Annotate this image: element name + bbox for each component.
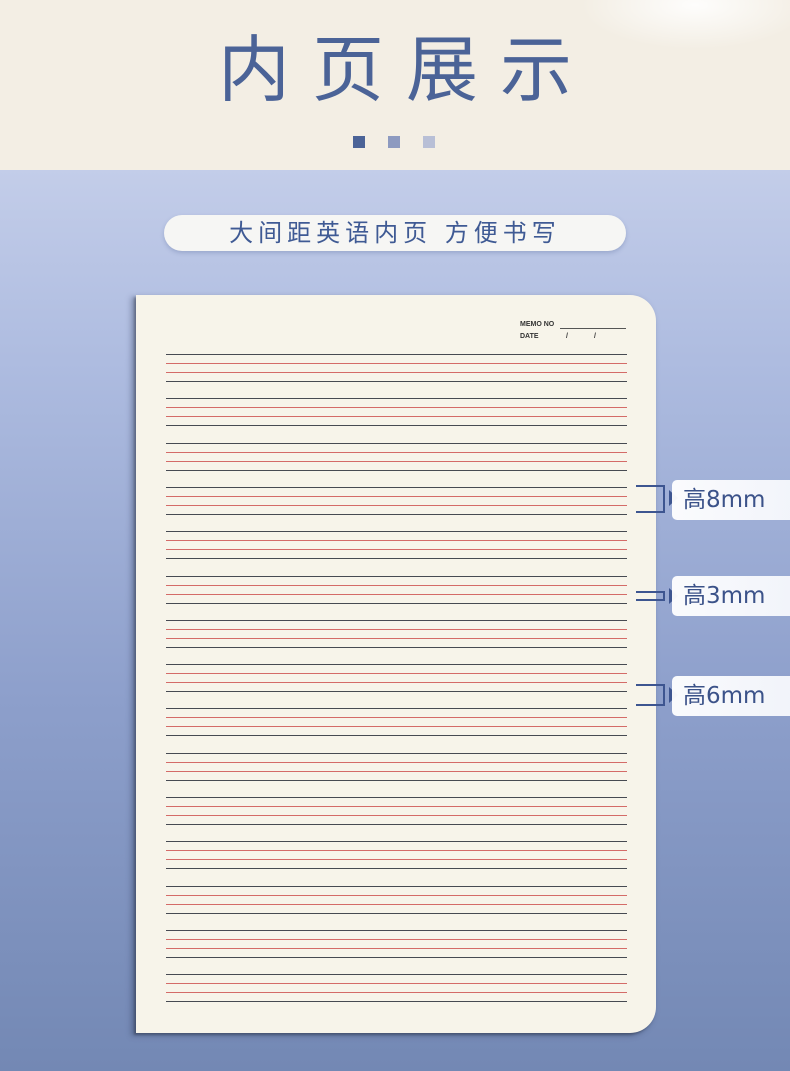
midline-rule — [166, 460, 627, 462]
guide-rule — [166, 797, 627, 798]
midline-rule — [166, 416, 627, 418]
bracket-arrow-icon — [636, 684, 665, 706]
writing-lines — [166, 295, 627, 1033]
midline-rule — [166, 983, 627, 985]
guide-rule — [166, 425, 627, 427]
bracket-arrow-icon — [636, 591, 665, 601]
midline-rule — [166, 628, 627, 630]
guide-rule — [166, 691, 627, 693]
guide-rule — [166, 486, 627, 488]
notebook-page: MEMO NO DATE / / — [136, 295, 656, 1033]
midline-rule — [166, 859, 627, 861]
guide-rule — [166, 956, 627, 958]
guide-rule — [166, 664, 627, 666]
dot-3 — [423, 136, 435, 148]
midline-rule — [166, 363, 627, 364]
midline-rule — [166, 717, 627, 719]
midline-rule — [166, 938, 627, 940]
callout-label: 高6mm — [683, 683, 766, 709]
guide-rule — [166, 575, 627, 577]
midline-rule — [166, 407, 627, 409]
midline-rule — [166, 806, 627, 807]
subtitle-pill: 大间距英语内页 方便书写 — [164, 215, 626, 251]
midline-rule — [166, 894, 627, 896]
midline-rule — [166, 540, 627, 542]
header-banner: 内页展示 — [0, 0, 790, 170]
midline-rule — [166, 637, 627, 639]
midline-rule — [166, 593, 627, 595]
midline-rule — [166, 850, 627, 852]
guide-rule — [166, 912, 627, 914]
guide-rule — [166, 974, 627, 976]
midline-rule — [166, 770, 627, 772]
page-title: 内页展示 — [217, 28, 594, 112]
midline-rule — [166, 682, 627, 684]
guide-rule — [166, 929, 627, 931]
midline-rule — [166, 549, 627, 551]
guide-rule — [166, 868, 627, 870]
midline-rule — [166, 504, 627, 506]
guide-rule — [166, 469, 627, 471]
guide-rule — [166, 885, 627, 887]
guide-rule — [166, 619, 627, 621]
midline-rule — [166, 903, 627, 905]
guide-rule — [166, 602, 627, 604]
guide-rule — [166, 779, 627, 781]
midline-rule — [166, 761, 627, 763]
midline-rule — [166, 495, 627, 497]
guide-rule — [166, 513, 627, 515]
midline-rule — [166, 584, 627, 586]
guide-rule — [166, 398, 627, 400]
guide-rule — [166, 558, 627, 560]
guide-rule — [166, 841, 627, 843]
guide-rule — [166, 752, 627, 754]
midline-rule — [166, 815, 627, 816]
dot-2 — [388, 136, 400, 148]
guide-rule — [166, 708, 627, 710]
guide-rule — [166, 442, 627, 444]
decorative-dots — [353, 136, 435, 148]
guide-rule — [166, 381, 627, 382]
midline-rule — [166, 451, 627, 453]
midline-rule — [166, 992, 627, 994]
midline-rule — [166, 947, 627, 949]
callout-label: 高3mm — [683, 583, 766, 609]
guide-rule — [166, 354, 627, 355]
midline-rule — [166, 673, 627, 675]
callout-label: 高8mm — [683, 487, 766, 513]
midline-rule — [166, 372, 627, 373]
guide-rule — [166, 735, 627, 737]
guide-rule — [166, 1001, 627, 1003]
bracket-arrow-icon — [636, 485, 665, 513]
guide-rule — [166, 531, 627, 533]
guide-rule — [166, 646, 627, 648]
subtitle-text: 大间距英语内页 方便书写 — [229, 219, 561, 247]
dot-1 — [353, 136, 365, 148]
guide-rule — [166, 824, 627, 825]
midline-rule — [166, 726, 627, 728]
